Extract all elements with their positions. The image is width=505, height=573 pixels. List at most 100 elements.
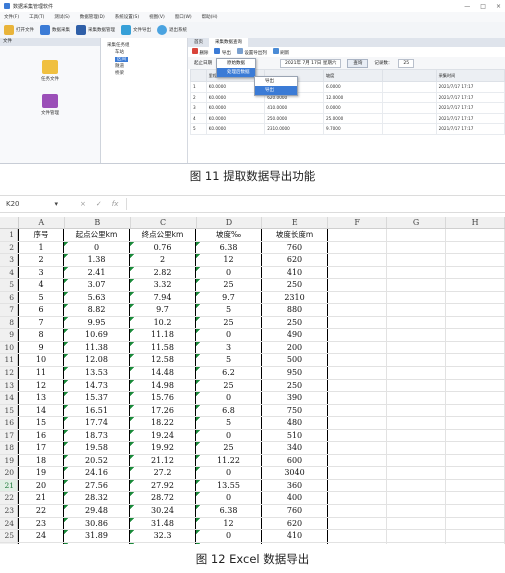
- column-header-h[interactable]: H: [446, 217, 505, 228]
- menu-help[interactable]: 帮助(H): [202, 14, 218, 20]
- sheet-cell[interactable]: 起点公里km: [64, 229, 130, 241]
- sheet-cell[interactable]: [387, 379, 446, 392]
- row-header[interactable]: 4: [0, 266, 18, 279]
- sheet-cell[interactable]: 250: [262, 542, 328, 544]
- sheet-cell[interactable]: 3: [18, 266, 64, 279]
- sheet-cell[interactable]: 16: [18, 429, 64, 442]
- set-columns-button[interactable]: 设置导出列: [236, 48, 267, 56]
- tree-node-selected[interactable]: 区间: [115, 57, 128, 62]
- sheet-cell[interactable]: 18: [18, 454, 64, 467]
- sheet-cell[interactable]: 4: [18, 279, 64, 291]
- sheet-cell[interactable]: [387, 392, 446, 404]
- sheet-cell[interactable]: 10.2: [130, 316, 196, 329]
- sheet-cell[interactable]: [446, 454, 505, 467]
- sheet-cell[interactable]: 760: [262, 241, 328, 254]
- grid-cell[interactable]: 2021/7/17 17:17: [435, 102, 505, 114]
- sheet-cell[interactable]: [328, 279, 387, 291]
- row-header[interactable]: 3: [0, 254, 18, 266]
- sheet-cell[interactable]: 0: [64, 241, 130, 254]
- sheet-cell[interactable]: 490: [262, 329, 328, 341]
- sheet-cell[interactable]: 30.24: [130, 505, 196, 517]
- sheet-cell[interactable]: 32.3: [130, 530, 196, 542]
- query-button[interactable]: 查询: [347, 58, 369, 68]
- sheet-cell[interactable]: 坡度‰: [196, 229, 262, 241]
- collect-button[interactable]: 数据采集: [40, 25, 70, 35]
- sheet-cell[interactable]: 20.52: [64, 454, 130, 467]
- sheet-cell[interactable]: 12: [18, 379, 64, 392]
- sheet-cell[interactable]: 17.74: [64, 417, 130, 429]
- grid-row[interactable]: 5 K0.0000 2310.0000 9.7000 2021/7/17 17:17: [190, 123, 505, 135]
- sheet-cell[interactable]: 3.07: [64, 279, 130, 291]
- sheet-cell[interactable]: 0: [196, 530, 262, 542]
- grid-cell[interactable]: 2: [190, 91, 207, 103]
- sheet-cell[interactable]: [387, 479, 446, 492]
- sheet-cell[interactable]: [446, 417, 505, 429]
- grid-cell[interactable]: 2310.0000: [264, 123, 324, 135]
- sheet-cell[interactable]: 25: [196, 442, 262, 454]
- sheet-cell[interactable]: 25: [196, 379, 262, 392]
- sheet-cell[interactable]: [328, 442, 387, 454]
- sheet-cell[interactable]: [446, 266, 505, 279]
- sheet-cell[interactable]: 9.95: [64, 316, 130, 329]
- sheet-cell[interactable]: 25: [18, 542, 64, 544]
- maximize-button[interactable]: □: [480, 3, 486, 10]
- tab-query[interactable]: 采集数据查询: [209, 38, 248, 47]
- sheet-cell[interactable]: 8.82: [64, 304, 130, 316]
- sheet-cell[interactable]: 6.8: [196, 404, 262, 417]
- sheet-cell[interactable]: [387, 279, 446, 291]
- menu-settings[interactable]: 系统设置(S): [115, 14, 139, 20]
- row-header[interactable]: 5: [0, 279, 18, 291]
- sheet-cell[interactable]: 14: [18, 404, 64, 417]
- sheet-cell[interactable]: 7: [18, 316, 64, 329]
- row-header[interactable]: 20: [0, 467, 18, 479]
- sheet-cell[interactable]: 29.48: [64, 505, 130, 517]
- sheet-cell[interactable]: [446, 254, 505, 266]
- sheet-cell[interactable]: 12.58: [130, 354, 196, 367]
- sheet-cell[interactable]: 760: [262, 505, 328, 517]
- row-header[interactable]: 10: [0, 341, 18, 354]
- sheet-cell[interactable]: [387, 505, 446, 517]
- sheet-cell[interactable]: [387, 492, 446, 505]
- date-to-field[interactable]: 2021年 7月 17日 星期六: [280, 58, 342, 68]
- row-header[interactable]: 23: [0, 505, 18, 517]
- sheet-cell[interactable]: [328, 229, 387, 241]
- sheet-cell[interactable]: 0: [196, 467, 262, 479]
- sheet-cell[interactable]: [328, 417, 387, 429]
- menu-item-processed-data[interactable]: 处理后数据: [217, 68, 255, 77]
- sheet-cell[interactable]: 15: [18, 417, 64, 429]
- sheet-cell[interactable]: 410: [262, 266, 328, 279]
- sheet-cell[interactable]: [387, 467, 446, 479]
- grid-cell[interactable]: 410.0000: [264, 102, 324, 114]
- sheet-cell[interactable]: [446, 329, 505, 341]
- confirm-icon[interactable]: ✓: [96, 200, 102, 208]
- delete-button[interactable]: 删除: [192, 48, 208, 56]
- sheet-cell[interactable]: [328, 379, 387, 392]
- grid-cell[interactable]: [381, 91, 437, 103]
- sheet-cell[interactable]: [387, 354, 446, 367]
- tree-node[interactable]: 车站: [107, 49, 187, 56]
- sheet-cell[interactable]: [446, 229, 505, 241]
- sheet-cell[interactable]: [446, 429, 505, 442]
- sheet-cell[interactable]: 序号: [18, 229, 64, 241]
- menu-window[interactable]: 窗口(W): [175, 14, 192, 20]
- sheet-cell[interactable]: 250: [262, 379, 328, 392]
- sheet-cell[interactable]: 18.73: [64, 429, 130, 442]
- sheet-cell[interactable]: [387, 229, 446, 241]
- column-header-c[interactable]: C: [131, 217, 197, 228]
- grid-cell[interactable]: K0.0000: [205, 102, 266, 114]
- row-header[interactable]: 26: [0, 542, 18, 544]
- sheet-cell[interactable]: [446, 304, 505, 316]
- sheet-cell[interactable]: 0: [196, 266, 262, 279]
- sheet-cell[interactable]: 9.7: [196, 291, 262, 304]
- sheet-cell[interactable]: [387, 517, 446, 530]
- sheet-cell[interactable]: 终点公里km: [130, 229, 196, 241]
- sheet-cell[interactable]: 5: [196, 417, 262, 429]
- sheet-cell[interactable]: 27.92: [130, 479, 196, 492]
- sheet-cell[interactable]: [446, 442, 505, 454]
- sheet-cell[interactable]: [387, 254, 446, 266]
- sheet-cell[interactable]: [387, 291, 446, 304]
- sheet-cell[interactable]: 200: [262, 341, 328, 354]
- grid-cell[interactable]: 2021/7/17 17:17: [435, 91, 505, 103]
- menu-data[interactable]: 数据管理(D): [80, 14, 105, 20]
- row-header[interactable]: 25: [0, 530, 18, 542]
